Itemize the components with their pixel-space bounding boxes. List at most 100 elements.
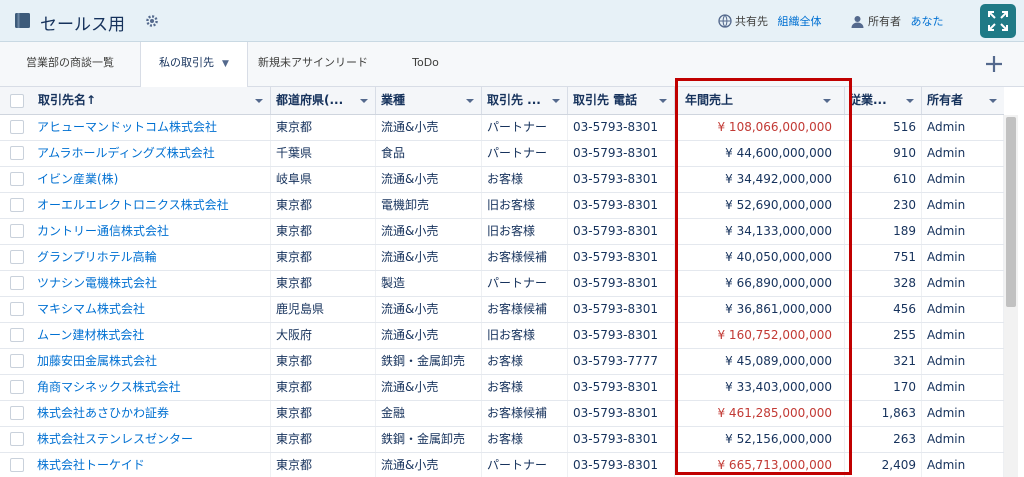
row-checkbox[interactable]: [10, 380, 24, 394]
row-checkbox[interactable]: [10, 328, 24, 342]
cell-prefecture: 東京都: [271, 427, 376, 452]
column-account-name[interactable]: 取引先名↑: [32, 87, 271, 114]
account-name-link[interactable]: 加藤安田金属株式会社: [32, 349, 271, 374]
row-checkbox[interactable]: [10, 250, 24, 264]
column-account-type[interactable]: 取引先 ...: [482, 87, 568, 114]
column-industry[interactable]: 業種: [376, 87, 482, 114]
row-checkbox[interactable]: [10, 302, 24, 316]
cell-annual-revenue: ¥ 461,285,000,000: [675, 401, 845, 426]
account-name-link[interactable]: アムラホールディングズ株式会社: [32, 141, 271, 166]
chevron-down-icon[interactable]: [903, 96, 917, 106]
account-name-link[interactable]: マキシマム株式会社: [32, 297, 271, 322]
chevron-down-icon[interactable]: [357, 96, 371, 106]
cell-prefecture: 東京都: [271, 271, 376, 296]
cell-prefecture: 東京都: [271, 115, 376, 140]
table-row[interactable]: オーエルエレクトロニクス株式会社 東京都 電機卸売 旧お客様 03-5793-8301 ¥…: [0, 193, 1004, 219]
cell-industry: 製造: [376, 271, 482, 296]
tab-todo[interactable]: ToDo: [378, 42, 473, 86]
row-checkbox[interactable]: [10, 224, 24, 238]
row-checkbox[interactable]: [10, 198, 24, 212]
plus-icon[interactable]: [984, 54, 1004, 74]
cell-account-type: お客様: [482, 349, 568, 374]
table-row[interactable]: 株式会社あさひかわ証券 東京都 金融 お客様候補 03-5793-8301 ¥ 461,2…: [0, 401, 1004, 427]
tab-unassigned-leads[interactable]: 新規未アサインリード: [248, 42, 378, 86]
cell-prefecture: 岐阜県: [271, 167, 376, 192]
chevron-down-icon[interactable]: [549, 96, 563, 106]
table-row[interactable]: アヒューマンドットコム株式会社 東京都 流通&小売 パートナー 03-5793-8301…: [0, 115, 1004, 141]
cell-industry: 流通&小売: [376, 219, 482, 244]
account-name-link[interactable]: ツナシン電機株式会社: [32, 271, 271, 296]
table-row[interactable]: ツナシン電機株式会社 東京都 製造 パートナー 03-5793-8301 ¥ 66,890…: [0, 271, 1004, 297]
chevron-down-icon[interactable]: ▼: [222, 43, 229, 85]
row-checkbox[interactable]: [10, 432, 24, 446]
scrollbar-thumb[interactable]: [1006, 117, 1016, 307]
row-checkbox[interactable]: [10, 172, 24, 186]
row-checkbox[interactable]: [10, 276, 24, 290]
owner-link[interactable]: あなた: [911, 15, 944, 28]
account-name-link[interactable]: カントリー通信株式会社: [32, 219, 271, 244]
table-row[interactable]: 加藤安田金属株式会社 東京都 鉄鋼・金属卸売 お客様 03-5793-7777 ¥ 45,…: [0, 349, 1004, 375]
cell-prefecture: 東京都: [271, 193, 376, 218]
row-checkbox[interactable]: [10, 458, 24, 472]
cell-account-type: パートナー: [482, 453, 568, 477]
row-checkbox[interactable]: [10, 406, 24, 420]
cell-employees: 456: [845, 297, 922, 322]
column-prefecture[interactable]: 都道府県(...: [271, 87, 376, 114]
expand-button[interactable]: [980, 4, 1016, 38]
tab-my-accounts[interactable]: 私の取引先 ▼: [140, 42, 248, 87]
chevron-down-icon[interactable]: [820, 96, 834, 106]
account-name-link[interactable]: アヒューマンドットコム株式会社: [32, 115, 271, 140]
account-name-link[interactable]: オーエルエレクトロニクス株式会社: [32, 193, 271, 218]
cell-industry: 流通&小売: [376, 167, 482, 192]
cell-industry: 食品: [376, 141, 482, 166]
cell-phone: 03-5793-8301: [568, 401, 675, 426]
tab-sales-opportunities[interactable]: 営業部の商談一覧: [0, 42, 140, 86]
tab-label: 営業部の商談一覧: [26, 56, 114, 69]
account-name-link[interactable]: 株式会社トーケイド: [32, 453, 271, 477]
shared-with-link[interactable]: 組織全体: [778, 15, 822, 28]
column-owner[interactable]: 所有者: [922, 87, 1004, 114]
cell-annual-revenue: ¥ 36,861,000,000: [675, 297, 845, 322]
cell-annual-revenue: ¥ 40,050,000,000: [675, 245, 845, 270]
table-row[interactable]: グランプリホテル高輪 東京都 流通&小売 お客様候補 03-5793-8301 ¥ 40,…: [0, 245, 1004, 271]
select-all-checkbox[interactable]: [10, 94, 24, 108]
row-checkbox[interactable]: [10, 146, 24, 160]
table-row[interactable]: イビン産業(株) 岐阜県 流通&小売 お客様 03-5793-8301 ¥ 34,492,…: [0, 167, 1004, 193]
cell-owner: Admin: [922, 219, 1004, 244]
column-annual-revenue[interactable]: 年間売上: [675, 87, 845, 114]
table-row[interactable]: カントリー通信株式会社 東京都 流通&小売 旧お客様 03-5793-8301 ¥ 34,…: [0, 219, 1004, 245]
table-row[interactable]: アムラホールディングズ株式会社 千葉県 食品 パートナー 03-5793-8301 ¥ 4…: [0, 141, 1004, 167]
cell-annual-revenue: ¥ 34,133,000,000: [675, 219, 845, 244]
cell-account-type: お客様: [482, 167, 568, 192]
chevron-down-icon[interactable]: [463, 96, 477, 106]
tab-label: 新規未アサインリード: [258, 56, 368, 69]
chevron-down-icon[interactable]: [252, 96, 266, 106]
chevron-down-icon[interactable]: [656, 96, 670, 106]
account-name-link[interactable]: ムーン建材株式会社: [32, 323, 271, 348]
table-row[interactable]: 株式会社ステンレスゼンター 東京都 鉄鋼・金属卸売 お客様 03-5793-8301 ¥ …: [0, 427, 1004, 453]
chevron-down-icon[interactable]: [986, 96, 1000, 106]
cell-employees: 263: [845, 427, 922, 452]
vertical-scrollbar[interactable]: [1004, 115, 1018, 477]
cell-employees: 255: [845, 323, 922, 348]
column-employees[interactable]: 従業...: [845, 87, 922, 114]
account-name-link[interactable]: イビン産業(株): [32, 167, 271, 192]
table-row[interactable]: ムーン建材株式会社 大阪府 流通&小売 旧お客様 03-5793-8301 ¥ 160,7…: [0, 323, 1004, 349]
cell-owner: Admin: [922, 453, 1004, 477]
list-view-title: セールス用: [40, 15, 125, 35]
table-row[interactable]: 角商マシネックス株式会社 東京都 流通&小売 お客様 03-5793-8301 ¥ 33,…: [0, 375, 1004, 401]
row-checkbox[interactable]: [10, 354, 24, 368]
table-row[interactable]: 株式会社トーケイド 東京都 流通&小売 パートナー 03-5793-8301 ¥ 665,…: [0, 453, 1004, 477]
account-name-link[interactable]: 株式会社あさひかわ証券: [32, 401, 271, 426]
gear-icon[interactable]: [145, 14, 159, 28]
account-name-link[interactable]: グランプリホテル高輪: [32, 245, 271, 270]
cell-employees: 230: [845, 193, 922, 218]
account-name-link[interactable]: 株式会社ステンレスゼンター: [32, 427, 271, 452]
table-row[interactable]: マキシマム株式会社 鹿児島県 流通&小売 お客様候補 03-5793-8301 ¥ 36,…: [0, 297, 1004, 323]
cell-industry: 鉄鋼・金属卸売: [376, 427, 482, 452]
folder-icon: [15, 13, 30, 28]
account-name-link[interactable]: 角商マシネックス株式会社: [32, 375, 271, 400]
column-phone[interactable]: 取引先 電話: [568, 87, 675, 114]
row-checkbox[interactable]: [10, 120, 24, 134]
cell-prefecture: 東京都: [271, 375, 376, 400]
